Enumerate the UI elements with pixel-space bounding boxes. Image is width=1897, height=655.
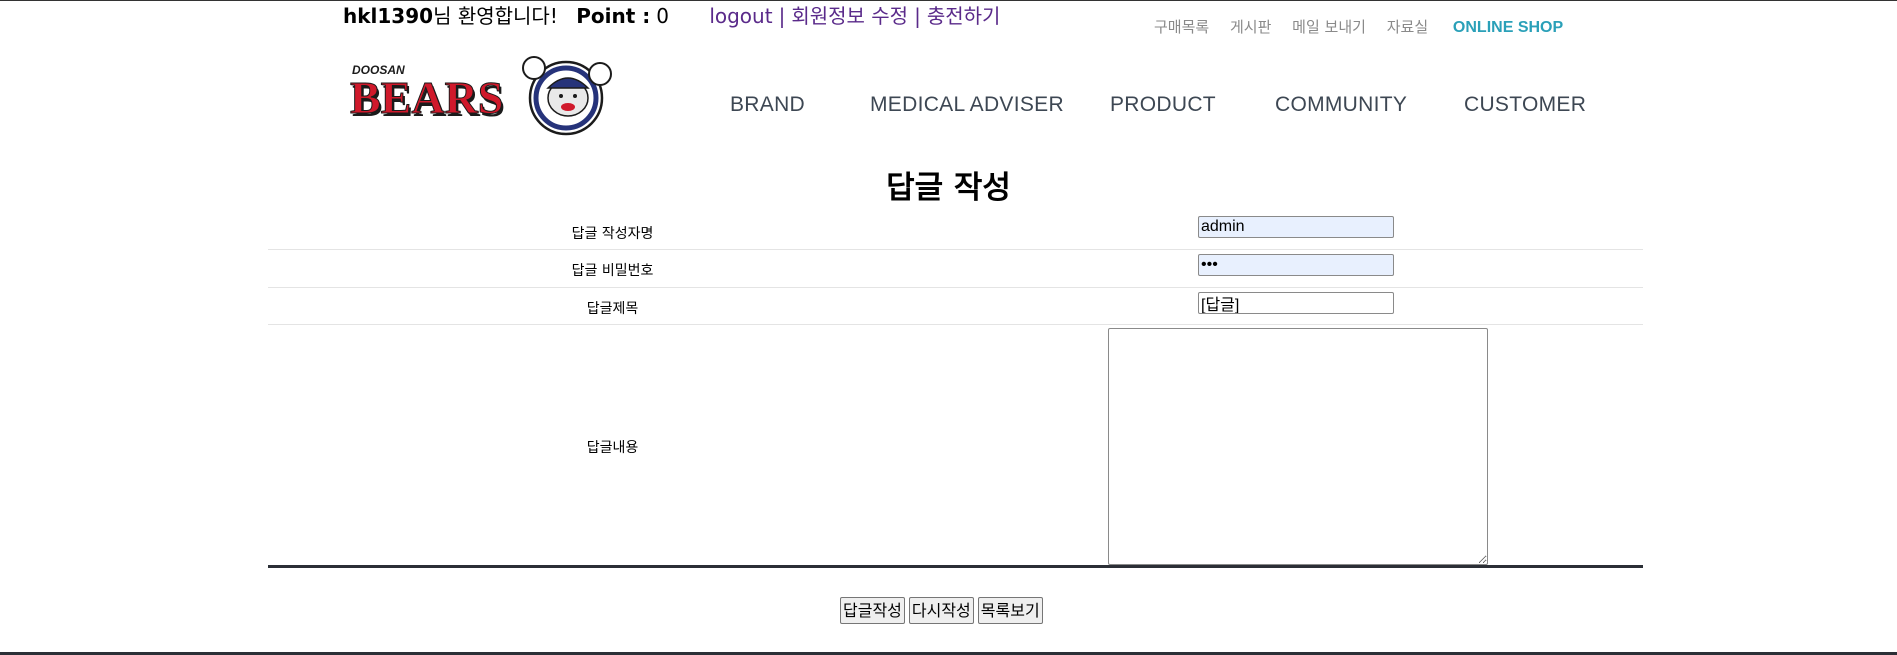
content-row: 답글내용 [268, 325, 1643, 569]
point-label: Point : [576, 4, 651, 28]
user-bar: hkl1390님 환영합니다! Point :0 logout | 회원정보 수정 |… [343, 3, 1000, 29]
nav-brand[interactable]: BRAND [730, 93, 805, 117]
list-button[interactable]: 목록보기 [977, 597, 1043, 624]
separator: | [914, 4, 921, 28]
writer-row: 답글 작성자명 [268, 213, 1643, 250]
logout-link[interactable]: logout [709, 4, 772, 28]
util-archive[interactable]: 자료실 [1387, 16, 1428, 37]
logo-graphic: DOOSAN BEARS BEARS [350, 56, 612, 136]
reply-form: 답글 작성자명 답글 비밀번호 답글제목 답글내용 [268, 213, 1643, 569]
page-title: 답글 작성 [886, 170, 1011, 206]
online-shop-link[interactable]: ONLINE SHOP [1453, 19, 1563, 37]
doosan-bears-logo[interactable]: DOOSAN BEARS BEARS [350, 50, 612, 138]
password-label: 답글 비밀번호 [571, 263, 654, 279]
reset-button[interactable]: 다시작성 [908, 597, 974, 624]
subject-input[interactable] [1198, 292, 1394, 314]
nav-customer[interactable]: CUSTOMER [1464, 93, 1586, 117]
subject-label: 답글제목 [586, 301, 639, 317]
form-divider [268, 565, 1643, 568]
writer-input[interactable] [1198, 216, 1394, 238]
charge-link[interactable]: 충전하기 [927, 4, 1001, 28]
writer-label: 답글 작성자명 [571, 226, 654, 242]
subject-row: 답글제목 [268, 288, 1643, 325]
content-textarea[interactable] [1108, 328, 1488, 565]
submit-reply-button[interactable]: 답글작성 [840, 597, 905, 624]
account-links: logout | 회원정보 수정 | 충전하기 [709, 4, 1000, 28]
welcome-text: 님 환영합니다! [433, 4, 558, 28]
form-buttons: 답글작성 다시작성 목록보기 [840, 597, 1047, 624]
util-send-mail[interactable]: 메일 보내기 [1292, 16, 1366, 37]
util-purchase-list[interactable]: 구매목록 [1154, 16, 1209, 37]
content-label: 답글내용 [586, 440, 639, 456]
point-value: 0 [656, 4, 669, 28]
bear-mascot-icon [522, 56, 612, 136]
user-id: hkl1390 [343, 4, 434, 28]
separator: | [778, 4, 786, 28]
nav-community[interactable]: COMMUNITY [1275, 93, 1407, 117]
logo-main-text: BEARS [350, 72, 503, 123]
top-border [0, 0, 1897, 1]
utility-nav: 구매목록 게시판 메일 보내기 자료실 ONLINE SHOP [1154, 16, 1579, 37]
util-board[interactable]: 게시판 [1230, 16, 1271, 37]
nav-medical-adviser[interactable]: MEDICAL ADVISER [870, 93, 1064, 117]
edit-profile-link[interactable]: 회원정보 수정 [791, 4, 908, 28]
password-row: 답글 비밀번호 [268, 250, 1643, 288]
nav-product[interactable]: PRODUCT [1110, 93, 1216, 117]
password-input[interactable] [1198, 254, 1394, 276]
